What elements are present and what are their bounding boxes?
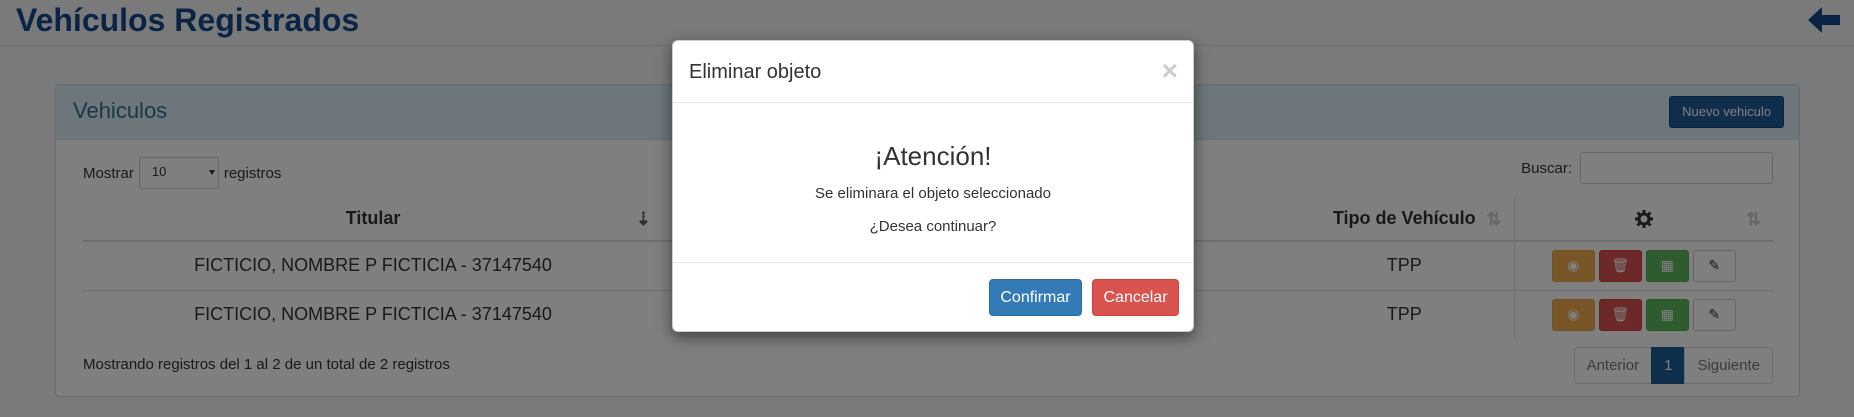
confirm-button[interactable]: Confirmar [989,279,1082,316]
modal-heading: ¡Atención! [874,141,992,171]
modal-title: Eliminar objeto [689,61,822,83]
delete-modal: Eliminar objeto × ¡Atención! Se eliminar… [672,40,1194,332]
modal-body: ¡Atención! Se eliminara el objeto selecc… [673,103,1193,263]
modal-footer: Confirmar Cancelar [673,263,1193,333]
close-icon[interactable]: × [1162,55,1178,87]
modal-message: Se eliminara el objeto seleccionado [815,185,1051,202]
modal-header: Eliminar objeto × [673,41,1193,103]
cancel-button[interactable]: Cancelar [1092,279,1179,316]
modal-question: ¿Desea continuar? [869,218,997,235]
